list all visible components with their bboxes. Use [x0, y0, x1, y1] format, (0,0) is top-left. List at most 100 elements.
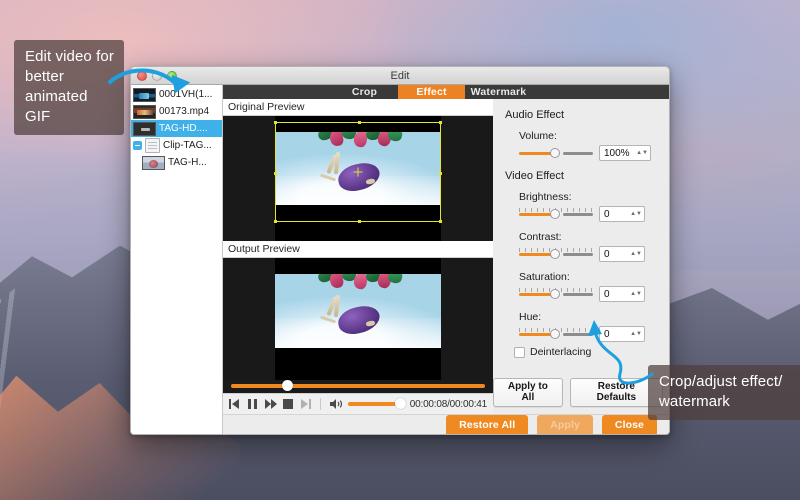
output-preview-label: Output Preview: [223, 241, 493, 258]
saturation-control-row: 0 ▲▼: [519, 286, 659, 302]
audio-effect-heading: Audio Effect: [505, 109, 659, 121]
slider-knob[interactable]: [550, 329, 560, 339]
hue-label: Hue:: [519, 311, 659, 323]
seek-bar-container: [223, 380, 493, 393]
video-thumbnail-icon: [142, 156, 165, 170]
original-preview-video[interactable]: [223, 116, 493, 241]
slider-knob[interactable]: [550, 148, 560, 158]
volume-value: 100%: [604, 148, 636, 159]
minimize-icon[interactable]: [152, 71, 162, 81]
file-name: 00173.mp4: [159, 106, 209, 117]
list-item-selected[interactable]: TAG-HD....: [131, 120, 222, 137]
list-item[interactable]: TAG-H...: [131, 154, 222, 171]
list-item[interactable]: 00173.mp4: [131, 103, 222, 120]
file-name: 0001VH(1...: [159, 89, 212, 100]
close-icon[interactable]: [137, 71, 147, 81]
output-frame: [275, 258, 441, 380]
brightness-stepper[interactable]: 0 ▲▼: [599, 206, 645, 222]
pause-icon[interactable]: [247, 399, 258, 409]
volume-slider[interactable]: [348, 402, 403, 406]
apply-button[interactable]: Apply: [537, 415, 593, 435]
hue-stepper[interactable]: 0 ▲▼: [599, 326, 645, 342]
tab-label: Effect: [416, 86, 446, 98]
hue-control-row: 0 ▲▼: [519, 326, 659, 342]
edit-window: Edit 0001VH(1... 00173.mp4 TAG-HD.... Cl…: [130, 66, 670, 435]
volume-slider-control[interactable]: [519, 147, 593, 159]
contrast-label: Contrast:: [519, 231, 659, 243]
deinterlacing-checkbox[interactable]: [514, 347, 525, 358]
list-item[interactable]: Clip-TAG...: [131, 137, 222, 154]
tab-effect[interactable]: Effect: [398, 85, 465, 99]
volume-stepper[interactable]: 100% ▲▼: [599, 145, 651, 161]
stop-icon[interactable]: [283, 399, 293, 409]
slider-knob[interactable]: [550, 289, 560, 299]
tab-crop[interactable]: Crop: [331, 85, 398, 99]
window-titlebar: Edit: [131, 67, 669, 85]
contrast-slider[interactable]: [519, 248, 593, 260]
deinterlacing-row[interactable]: Deinterlacing: [514, 346, 659, 358]
hue-value: 0: [604, 329, 630, 340]
next-icon[interactable]: [300, 399, 311, 409]
brightness-slider[interactable]: [519, 208, 593, 220]
seek-slider-knob[interactable]: [282, 380, 293, 391]
saturation-value: 0: [604, 289, 630, 300]
main-column: Crop Effect Watermark Original Preview: [223, 85, 669, 435]
video-thumbnail-icon: [133, 88, 156, 102]
original-frame: [275, 116, 441, 241]
slider-knob[interactable]: [550, 249, 560, 259]
brightness-control-row: 0 ▲▼: [519, 206, 659, 222]
tab-label: Crop: [352, 86, 377, 98]
video-effect-heading: Video Effect: [505, 170, 659, 182]
saturation-label: Saturation:: [519, 271, 659, 283]
collapse-icon[interactable]: [133, 141, 142, 150]
list-item[interactable]: 0001VH(1...: [131, 86, 222, 103]
volume-slider-knob[interactable]: [395, 398, 406, 409]
seek-slider[interactable]: [231, 384, 485, 388]
window-body: 0001VH(1... 00173.mp4 TAG-HD.... Clip-TA…: [131, 85, 669, 435]
output-preview-video[interactable]: [223, 258, 493, 380]
original-preview-label: Original Preview: [223, 99, 493, 116]
previous-icon[interactable]: [229, 399, 240, 409]
fast-forward-icon[interactable]: [265, 399, 276, 409]
volume-control-row: 100% ▲▼: [519, 145, 659, 161]
tab-bar: Crop Effect Watermark: [223, 85, 669, 99]
stepper-arrows-icon[interactable]: ▲▼: [630, 252, 642, 257]
deinterlacing-label: Deinterlacing: [530, 346, 591, 358]
stepper-arrows-icon[interactable]: ▲▼: [630, 332, 642, 337]
speaker-icon[interactable]: [330, 399, 341, 409]
file-list-sidebar[interactable]: 0001VH(1... 00173.mp4 TAG-HD.... Clip-TA…: [131, 85, 223, 435]
saturation-slider[interactable]: [519, 288, 593, 300]
brightness-value: 0: [604, 209, 630, 220]
document-icon: [145, 138, 160, 153]
output-frame-image: [275, 274, 441, 348]
contrast-stepper[interactable]: 0 ▲▼: [599, 246, 645, 262]
hue-slider[interactable]: [519, 328, 593, 340]
contrast-value: 0: [604, 249, 630, 260]
tab-watermark[interactable]: Watermark: [465, 85, 532, 99]
apply-to-all-button[interactable]: Apply to All: [493, 378, 563, 407]
contrast-control-row: 0 ▲▼: [519, 246, 659, 262]
flowers-decoration: [310, 132, 406, 160]
stepper-arrows-icon[interactable]: ▲▼: [630, 212, 642, 217]
restore-all-button[interactable]: Restore All: [446, 415, 528, 435]
transport-controls: 00:00:08/00:00:41: [223, 393, 493, 414]
video-thumbnail-icon: [133, 122, 156, 136]
volume-label: Volume:: [519, 130, 659, 142]
timecode-display: 00:00:08/00:00:41: [410, 399, 487, 410]
toolbar-divider: [320, 398, 321, 410]
stepper-arrows-icon[interactable]: ▲▼: [636, 151, 648, 156]
window-title: Edit: [391, 70, 410, 82]
effect-settings-panel: Audio Effect Volume: 100% ▲▼ Video Effec…: [493, 99, 669, 414]
content-area: Original Preview: [223, 99, 669, 414]
video-thumbnail-icon: [133, 105, 156, 119]
file-name: TAG-HD....: [159, 123, 208, 134]
flowers-decoration: [310, 274, 406, 302]
saturation-stepper[interactable]: 0 ▲▼: [599, 286, 645, 302]
original-frame-image: [275, 132, 441, 205]
brightness-label: Brightness:: [519, 191, 659, 203]
panel-action-buttons: Apply to All Restore Defaults: [493, 378, 663, 407]
annotation-top-left: Edit video for better animated GIF: [14, 40, 124, 135]
stepper-arrows-icon[interactable]: ▲▼: [630, 292, 642, 297]
zoom-icon[interactable]: [167, 71, 177, 81]
slider-knob[interactable]: [550, 209, 560, 219]
